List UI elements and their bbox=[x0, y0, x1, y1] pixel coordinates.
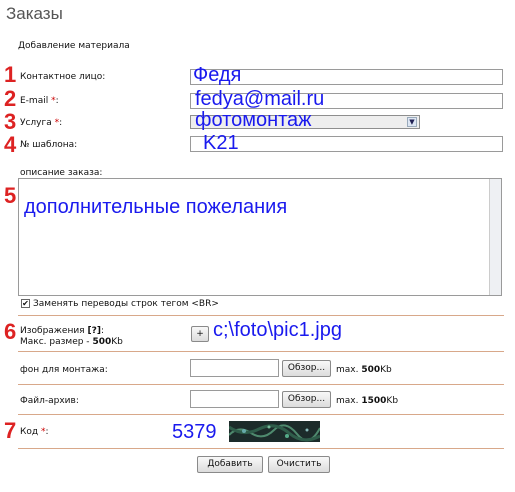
contact-value: Федя bbox=[193, 64, 242, 86]
colon: : bbox=[45, 427, 49, 437]
divider bbox=[18, 414, 504, 415]
br-option-label: Заменять переводы строк тегом <BR> bbox=[33, 299, 219, 309]
marker-1: 1 bbox=[4, 62, 17, 87]
check-icon: ✔ bbox=[22, 299, 29, 308]
captcha-noise bbox=[229, 421, 320, 442]
code-label-text: Код bbox=[20, 427, 39, 437]
divider bbox=[18, 384, 504, 385]
max-value: 500 bbox=[361, 365, 381, 375]
colon: : bbox=[55, 96, 59, 106]
reset-button[interactable]: Очистить bbox=[268, 456, 330, 473]
email-label: E-mail *: bbox=[20, 96, 59, 106]
archive-browse-button[interactable]: Обзор... bbox=[282, 391, 331, 408]
divider bbox=[18, 351, 504, 352]
size-unit: Kb bbox=[111, 337, 123, 347]
max-prefix: max. bbox=[336, 365, 359, 375]
background-file-input[interactable] bbox=[190, 359, 279, 377]
marker-6: 6 bbox=[4, 319, 17, 344]
contact-label: Контактное лицо: bbox=[20, 72, 106, 82]
chevron-down-icon[interactable]: ▼ bbox=[407, 117, 417, 127]
page-title: Заказы bbox=[6, 4, 63, 23]
max-prefix: max. bbox=[336, 396, 359, 406]
service-label-text: Услуга bbox=[20, 118, 52, 128]
divider bbox=[18, 315, 504, 316]
size-note-text: Макс. размер - bbox=[20, 337, 90, 347]
colon: : bbox=[59, 118, 63, 128]
marker-5: 5 bbox=[4, 183, 17, 208]
code-label: Код *: bbox=[20, 427, 49, 437]
template-value: K21 bbox=[203, 132, 239, 154]
add-image-button[interactable]: + bbox=[191, 326, 209, 342]
description-value: дополнительные пожелания bbox=[24, 196, 288, 218]
max-unit: Kb bbox=[380, 365, 392, 375]
email-value: fedya@mail.ru bbox=[195, 88, 325, 110]
service-selected-value: фотомонтаж bbox=[195, 109, 312, 131]
help-icon[interactable]: [?] bbox=[87, 326, 100, 336]
textarea-scrollbar[interactable] bbox=[489, 179, 501, 295]
max-value: 1500 bbox=[361, 396, 387, 406]
template-label: № шаблона: bbox=[20, 140, 78, 150]
email-label-text: E-mail bbox=[20, 96, 49, 106]
marker-7: 7 bbox=[4, 418, 17, 443]
background-browse-button[interactable]: Обзор... bbox=[282, 360, 331, 377]
background-label: фон для монтажа: bbox=[20, 365, 108, 375]
archive-file-input[interactable] bbox=[190, 390, 279, 408]
form-subtitle: Добавление материала bbox=[18, 41, 130, 51]
archive-label: Файл-архив: bbox=[20, 396, 79, 406]
colon: : bbox=[100, 326, 104, 336]
background-max-size: max. 500Kb bbox=[336, 365, 392, 375]
service-label: Услуга *: bbox=[20, 118, 62, 128]
description-label: описание заказа: bbox=[20, 168, 103, 178]
archive-max-size: max. 1500Kb bbox=[336, 396, 398, 406]
br-checkbox[interactable]: ✔ bbox=[21, 299, 30, 308]
images-size-note: Макс. размер - 500Kb bbox=[20, 337, 123, 347]
marker-4: 4 bbox=[4, 132, 17, 157]
captcha-image bbox=[229, 421, 320, 442]
images-label-text: Изображения bbox=[20, 326, 85, 336]
images-label: Изображения [?]: bbox=[20, 326, 104, 336]
marker-3: 3 bbox=[4, 109, 17, 134]
max-unit: Kb bbox=[386, 396, 399, 406]
image-path-value: c;\foto\pic1.jpg bbox=[213, 319, 342, 341]
submit-button[interactable]: Добавить bbox=[197, 456, 263, 473]
divider bbox=[18, 448, 504, 449]
marker-2: 2 bbox=[4, 86, 17, 111]
size-value: 500 bbox=[92, 337, 112, 347]
code-value: 5379 bbox=[172, 421, 217, 443]
